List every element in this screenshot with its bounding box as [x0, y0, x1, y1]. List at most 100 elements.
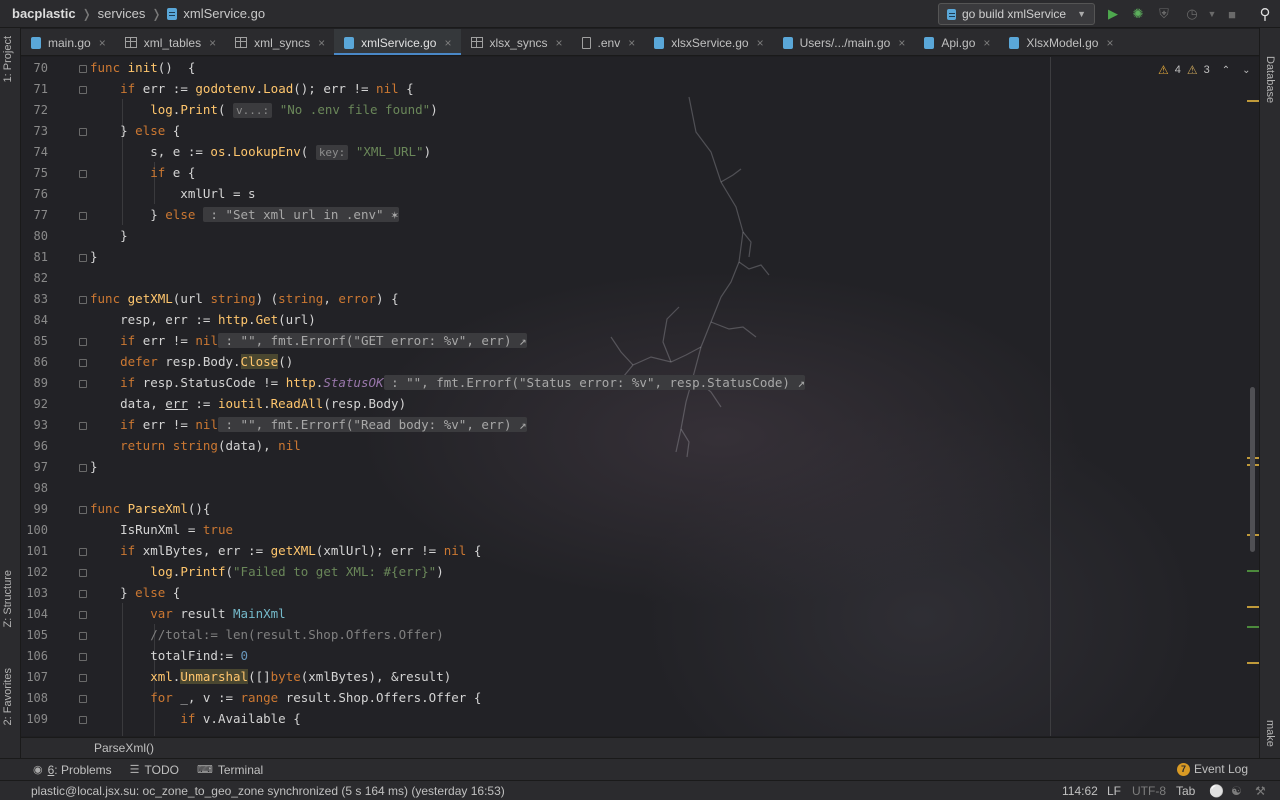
line-number[interactable]: 81: [21, 250, 48, 264]
code-line[interactable]: log.Print( v...: "No .env file found"): [90, 99, 438, 120]
code-line[interactable]: } else : "Set xml url in .env" ✶: [90, 204, 399, 225]
terminal-tool-button[interactable]: ⌨ Terminal: [197, 763, 263, 777]
code-line[interactable]: } else {: [90, 582, 180, 603]
status-message[interactable]: plastic@local.jsx.su: oc_zone_to_geo_zon…: [31, 784, 505, 798]
line-number[interactable]: 83: [21, 292, 48, 306]
close-icon[interactable]: ×: [757, 36, 764, 50]
line-number[interactable]: 99: [21, 502, 48, 516]
inspection-profile-icon[interactable]: ☯: [1231, 784, 1242, 798]
stop-button[interactable]: ■: [1222, 4, 1242, 24]
debug-button[interactable]: ✺: [1128, 4, 1148, 24]
breadcrumb-project[interactable]: bacplastic: [12, 6, 76, 21]
code-line[interactable]: IsRunXml = true: [90, 519, 233, 540]
line-number[interactable]: 75: [21, 166, 48, 180]
code-line[interactable]: var result MainXml: [90, 603, 285, 624]
code-line[interactable]: data, err := ioutil.ReadAll(resp.Body): [90, 393, 406, 414]
database-tool-window[interactable]: Database: [1264, 56, 1276, 103]
line-number[interactable]: 106: [21, 649, 48, 663]
close-icon[interactable]: ×: [556, 36, 563, 50]
line-number[interactable]: 93: [21, 418, 48, 432]
code-line[interactable]: }: [90, 246, 98, 267]
fold-marker[interactable]: [79, 254, 87, 262]
event-log-button[interactable]: 7 Event Log: [1176, 762, 1248, 776]
fold-marker[interactable]: [79, 86, 87, 94]
line-number[interactable]: 108: [21, 691, 48, 705]
line-number[interactable]: 109: [21, 712, 48, 726]
caret-position[interactable]: 114:62: [1062, 784, 1098, 798]
line-number[interactable]: 104: [21, 607, 48, 621]
code-line[interactable]: if xmlBytes, err := getXML(xmlUrl); err …: [90, 540, 481, 561]
tab-6[interactable]: xlsxService.go ×: [644, 29, 772, 55]
close-icon[interactable]: ×: [99, 36, 106, 50]
code-line[interactable]: resp, err := http.Get(url): [90, 309, 316, 330]
fold-marker[interactable]: [79, 611, 87, 619]
tab-3[interactable]: xmlService.go ×: [334, 29, 461, 55]
line-number[interactable]: 70: [21, 61, 48, 75]
project-tool-window[interactable]: 1: Project: [2, 36, 14, 82]
code-line[interactable]: func init() {: [90, 57, 195, 78]
fold-marker[interactable]: [79, 128, 87, 136]
change-marker[interactable]: [1247, 570, 1259, 572]
code-line[interactable]: s, e := os.LookupEnv( key: "XML_URL"): [90, 141, 431, 162]
chevron-up-icon[interactable]: ⌃: [1222, 65, 1230, 76]
close-icon[interactable]: ×: [898, 36, 905, 50]
breadcrumb-folder[interactable]: services: [98, 6, 146, 21]
fold-marker[interactable]: [79, 590, 87, 598]
code-line[interactable]: xml.Unmarshal([]byte(xmlBytes), &result): [90, 666, 451, 687]
code-breadcrumb[interactable]: ParseXml(): [21, 737, 1259, 758]
code-line[interactable]: if err := godotenv.Load(); err != nil {: [90, 78, 414, 99]
code-line[interactable]: }: [90, 456, 98, 477]
line-number[interactable]: 76: [21, 187, 48, 201]
problems-tool-button[interactable]: ◉ 6: Problems: [33, 763, 112, 777]
run-configuration-select[interactable]: go build xmlService ▼: [938, 3, 1095, 25]
code-line[interactable]: func getXML(url string) (string, error) …: [90, 288, 399, 309]
line-number[interactable]: 92: [21, 397, 48, 411]
line-number[interactable]: 89: [21, 376, 48, 390]
vertical-scrollbar-thumb[interactable]: [1250, 387, 1255, 552]
line-number[interactable]: 73: [21, 124, 48, 138]
fold-marker[interactable]: [79, 380, 87, 388]
line-number[interactable]: 102: [21, 565, 48, 579]
code-editor[interactable]: 70 71 72 73 74 75 76 77 80 81 82 83 84 85 86 89 92 93 96 97…: [21, 57, 1259, 736]
fold-marker[interactable]: [79, 695, 87, 703]
line-number[interactable]: 107: [21, 670, 48, 684]
code-line[interactable]: defer resp.Body.Close(): [90, 351, 293, 372]
line-number[interactable]: 71: [21, 82, 48, 96]
close-icon[interactable]: ×: [628, 36, 635, 50]
code-line[interactable]: for _, v := range result.Shop.Offers.Off…: [90, 687, 481, 708]
code-line[interactable]: func ParseXml(){: [90, 498, 210, 519]
fold-marker[interactable]: [79, 296, 87, 304]
file-encoding[interactable]: UTF-8: [1132, 784, 1166, 798]
warning-marker[interactable]: [1247, 606, 1259, 608]
tab-4[interactable]: xlsx_syncs ×: [461, 29, 572, 55]
code-breadcrumb-item[interactable]: ParseXml(): [94, 741, 154, 755]
profile-button[interactable]: ◷: [1182, 4, 1202, 24]
code-line[interactable]: if resp.StatusCode != http.StatusOK : ""…: [90, 372, 805, 393]
code-line[interactable]: //total:= len(result.Shop.Offers.Offer): [90, 624, 444, 645]
fold-marker[interactable]: [79, 65, 87, 73]
fold-marker[interactable]: [79, 422, 87, 430]
warning-marker[interactable]: [1247, 662, 1259, 664]
line-number[interactable]: 105: [21, 628, 48, 642]
make-tool-window[interactable]: make: [1264, 720, 1276, 747]
structure-tool-window[interactable]: Z: Structure: [2, 570, 14, 627]
fold-marker[interactable]: [79, 170, 87, 178]
code-line[interactable]: }: [90, 225, 128, 246]
coverage-button[interactable]: ⛨: [1154, 4, 1174, 24]
tab-1[interactable]: xml_tables ×: [115, 29, 225, 55]
code-line[interactable]: log.Printf("Failed to get XML: #{err}"): [90, 561, 444, 582]
tab-5[interactable]: .env ×: [572, 29, 645, 55]
code-line[interactable]: } else {: [90, 120, 180, 141]
close-icon[interactable]: ×: [1106, 36, 1113, 50]
line-number[interactable]: 100: [21, 523, 48, 537]
inspection-widget[interactable]: ⚠ 4 ⚠ 3 ⌃ ⌄: [1158, 63, 1251, 77]
tab-8[interactable]: Api.go ×: [914, 29, 999, 55]
favorites-tool-window[interactable]: 2: Favorites: [2, 668, 14, 725]
more-run-options[interactable]: ▼: [1202, 4, 1222, 24]
code-line[interactable]: if v.Available {: [90, 708, 300, 729]
change-marker[interactable]: [1247, 626, 1259, 628]
fold-marker[interactable]: [79, 506, 87, 514]
line-number[interactable]: 84: [21, 313, 48, 327]
fold-marker[interactable]: [79, 359, 87, 367]
close-icon[interactable]: ×: [444, 36, 451, 50]
